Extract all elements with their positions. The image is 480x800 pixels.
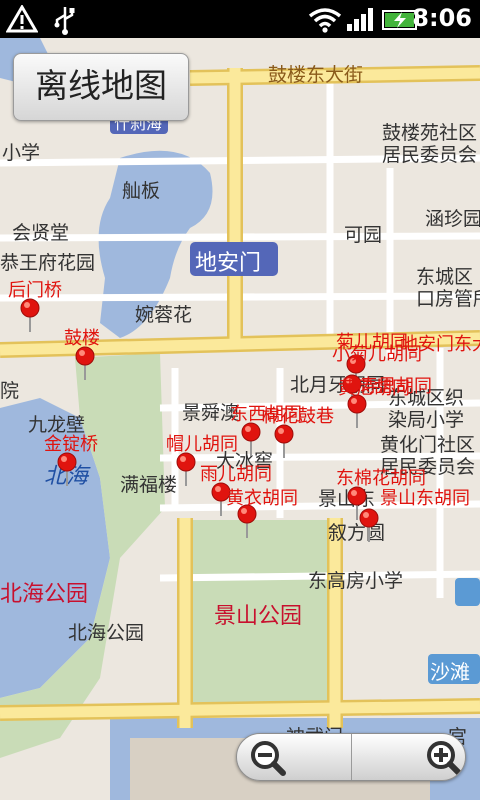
marker-label[interactable]: 雨儿胡同: [200, 460, 272, 486]
label-wanronghua: 婉蓉花: [135, 304, 193, 326]
offline-map-button[interactable]: 离线地图: [13, 53, 189, 121]
zoom-controls: [236, 733, 466, 781]
zoom-in-button[interactable]: [351, 734, 465, 780]
label-manfulou: 满福楼: [120, 474, 178, 496]
label-yuan: 院: [0, 380, 20, 402]
zoom-out-icon: [251, 741, 286, 776]
wifi-icon: [308, 7, 342, 37]
marker-pin[interactable]: [19, 298, 41, 332]
marker-label[interactable]: 景山东胡同: [380, 484, 470, 510]
label-shatan: 沙滩: [430, 660, 470, 684]
marker-label[interactable]: 黄衣胡同: [226, 484, 298, 510]
marker-pin[interactable]: [273, 424, 295, 458]
map-view[interactable]: 鼓楼东大街 鼓楼苑社区 居民委员会 小学 什刹海 舢板 会贤堂 涵珍园 可园 恭…: [0, 38, 480, 800]
label-shangban: 舢板: [122, 180, 161, 202]
marker-label[interactable]: 寿思胡同: [360, 372, 432, 398]
status-bar: 8:06: [0, 0, 480, 38]
marker-pin[interactable]: [175, 452, 197, 486]
label-kou-fangguan: 口房管所: [416, 288, 480, 310]
label-huixiantang: 会贤堂: [12, 222, 70, 244]
marker-pin[interactable]: [358, 508, 380, 542]
label-residents-committee-1: 居民委员会: [382, 144, 478, 166]
label-jingshan-park: 景山公园: [214, 604, 303, 629]
label-ranju-school: 染局小学: [388, 409, 465, 431]
zoom-in-icon: [427, 741, 462, 776]
marker-pin[interactable]: [240, 422, 262, 456]
marker-pin[interactable]: [56, 452, 78, 486]
marker-label[interactable]: 后门桥: [8, 276, 62, 302]
zoom-out-button[interactable]: [237, 734, 352, 780]
marker-pin[interactable]: [74, 346, 96, 380]
label-dianmen: 地安门: [195, 251, 262, 276]
label-beihai-park-red: 北海公园: [0, 582, 89, 607]
marker-label[interactable]: 棉花鼓巷: [262, 402, 334, 428]
warning-icon: [5, 4, 39, 37]
marker-label[interactable]: 帽儿胡同: [166, 430, 238, 456]
usb-icon: [52, 5, 78, 39]
marker-label[interactable]: 金锭桥: [44, 430, 98, 456]
label-donggaofang-school: 东高房小学: [308, 570, 404, 592]
label-gulou-east-street: 鼓楼东大街: [268, 64, 364, 86]
label-hanzhen: 涵珍园: [425, 208, 480, 230]
signal-icon: [346, 6, 376, 36]
label-keyuan: 可园: [344, 224, 383, 246]
label-beihai-park: 北海公园: [68, 622, 145, 644]
marker-label[interactable]: 地安门东大: [400, 330, 480, 356]
label-gongwangfu: 恭王府花园: [0, 252, 96, 274]
clock: 8:06: [412, 4, 472, 32]
marker-label[interactable]: 鼓楼: [64, 324, 100, 350]
label-primary-school: 小学: [2, 142, 41, 164]
